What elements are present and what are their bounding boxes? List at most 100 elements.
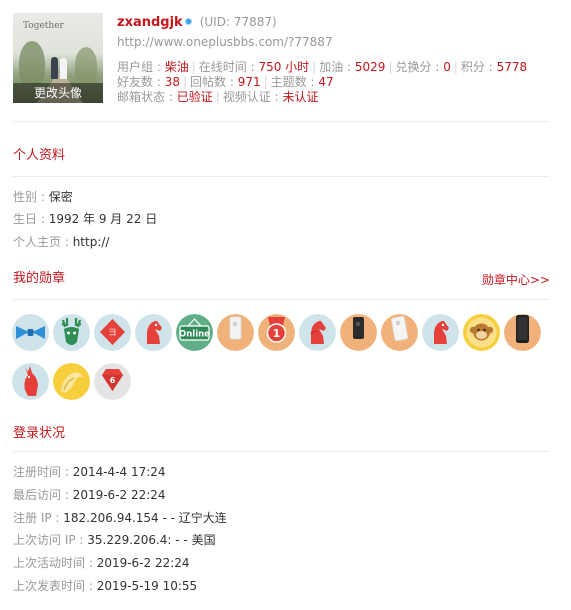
red-envelope-medal-icon[interactable]: ⺕: [94, 314, 131, 351]
gender-value: 保密: [48, 190, 73, 204]
white-phone-medal-icon-2[interactable]: [381, 314, 418, 351]
stat-value-replies[interactable]: 971: [238, 75, 261, 89]
red-fox-medal-icon[interactable]: [12, 363, 49, 400]
golden-bird-medal-icon[interactable]: [53, 363, 90, 400]
register-time-label: 注册时间 :: [13, 465, 73, 479]
username[interactable]: zxandgjk: [117, 15, 183, 30]
register-ip-label: 注册 IP :: [13, 511, 64, 525]
last-activity-value: 2019-6-2 22:24: [96, 556, 190, 570]
login-status-title: 登录状况: [13, 426, 66, 441]
divider: [13, 299, 550, 300]
medals-title: 我的勋章: [13, 271, 66, 286]
stat-value-friends[interactable]: 38: [165, 75, 180, 89]
online-sign-medal-icon[interactable]: Online: [176, 314, 213, 351]
name-row: zxandgjk (UID: 77887): [117, 13, 557, 31]
gender-label: 性别 :: [13, 190, 49, 204]
stat-separator: |: [312, 60, 317, 74]
number-one-text: 1: [273, 327, 281, 340]
svg-text:⺕: ⺕: [109, 328, 117, 337]
register-ip-value: 182.206.94.154 - - 辽宁大连: [63, 511, 227, 525]
login-row-register-ip: 注册 IP : 182.206.94.154 - - 辽宁大连: [13, 510, 227, 526]
homepage-value[interactable]: http://: [73, 235, 110, 249]
last-visit-value: 2019-6-2 22:24: [72, 488, 166, 502]
birthday-row: 生日 : 1992 年 9 月 22 日: [13, 211, 157, 227]
stat-label-replies: 回帖数 :: [190, 75, 238, 89]
user-info: zxandgjk (UID: 77887) http://www.oneplusb…: [117, 13, 557, 105]
stat-value-exchange: 0: [443, 60, 451, 74]
bowtie-medal-icon[interactable]: [12, 314, 49, 351]
login-row-last-activity: 上次活动时间 : 2019-6-2 22:24: [13, 555, 190, 571]
stats-line-2: 好友数 : 38 | 回帖数 : 971 | 主题数 : 47: [117, 75, 557, 90]
login-row-register-time: 注册时间 : 2014-4-4 17:24: [13, 464, 166, 480]
stat-label-friends: 好友数 :: [117, 75, 165, 89]
stat-value-fuel: 5029: [354, 60, 386, 74]
stat-value-threads[interactable]: 47: [318, 75, 333, 89]
profile-url[interactable]: http://www.oneplusbbs.com/?77887: [117, 33, 557, 51]
gender-row: 性别 : 保密: [13, 189, 73, 205]
avatar-handwriting: Together: [23, 21, 64, 31]
last-visit-label: 最后访问 :: [13, 488, 73, 502]
divider: [13, 176, 550, 177]
last-ip-value: 35.229.206.4: - - 美国: [87, 533, 216, 547]
homepage-label: 个人主页 :: [13, 235, 73, 249]
medal-center-link[interactable]: 勋章中心>>: [482, 272, 550, 288]
red-knight-medal-icon-2[interactable]: [299, 314, 336, 351]
stats-line-3: 邮箱状态 : 已验证 | 视频认证 : 未认证: [117, 90, 557, 105]
stat-value-points: 5778: [496, 60, 528, 74]
homepage-row: 个人主页 : http://: [13, 234, 109, 250]
avatar-tree-left: [19, 41, 45, 85]
last-ip-label: 上次访问 IP :: [13, 533, 88, 547]
personal-info-title: 个人资料: [13, 148, 66, 163]
red-knight-medal-icon[interactable]: [135, 314, 172, 351]
stat-separator: |: [182, 75, 188, 89]
stat-label-online-time: 在线时间 :: [198, 60, 259, 74]
stat-label-usergroup: 用户组 :: [117, 60, 165, 74]
birthday-label: 生日 :: [13, 212, 49, 226]
stat-separator: |: [263, 75, 268, 89]
uid-text: (UID: 77887): [199, 15, 277, 29]
last-activity-label: 上次活动时间 :: [13, 556, 97, 570]
online-badge-text: Online: [179, 330, 210, 340]
red-knight-medal-icon-3[interactable]: [422, 314, 459, 351]
last-post-label: 上次发表时间 :: [13, 579, 97, 593]
register-time-value: 2014-4-4 17:24: [72, 465, 166, 479]
gem-six-text: 6: [110, 376, 116, 385]
last-post-value: 2019-5-19 10:55: [96, 579, 198, 593]
white-phone-medal-icon[interactable]: [217, 314, 254, 351]
reindeer-medal-icon[interactable]: [53, 314, 90, 351]
change-avatar-button[interactable]: 更改头像: [13, 83, 103, 103]
stats-line-1: 用户组 : 柴油 | 在线时间 : 750 小时 | 加油 : 5029 | 兑换分 : 0…: [117, 60, 557, 75]
birthday-value: 1992 年 9 月 22 日: [48, 212, 158, 226]
red-gem-six-medal-icon[interactable]: 6: [94, 363, 131, 400]
divider: [13, 451, 550, 452]
stat-value-video-auth[interactable]: 未认证: [282, 90, 318, 104]
number-one-medal-icon[interactable]: 1: [258, 314, 295, 351]
stat-label-exchange: 兑换分 :: [395, 60, 444, 74]
stat-label-email-status: 邮箱状态 :: [117, 90, 177, 104]
avatar[interactable]: Together 更改头像: [13, 13, 103, 103]
login-row-last-ip: 上次访问 IP : 35.229.206.4: - - 美国: [13, 532, 216, 548]
avatar-person-left: [51, 57, 58, 79]
black-phone-medal-icon[interactable]: [340, 314, 377, 351]
profile-header: Together 更改头像 zxandgjk (UID: 77887) http:…: [13, 13, 550, 121]
stat-label-points: 积分 :: [460, 60, 497, 74]
avatar-tree-right: [75, 47, 97, 83]
stat-separator: |: [453, 60, 458, 74]
avatar-person-right: [60, 58, 67, 79]
user-stats: 用户组 : 柴油 | 在线时间 : 750 小时 | 加油 : 5029 | 兑换分 : 0…: [117, 60, 557, 105]
stat-value-online-time: 750 小时: [258, 60, 310, 74]
stat-value-usergroup[interactable]: 柴油: [165, 60, 189, 74]
monkey-medal-icon[interactable]: [463, 314, 500, 351]
stat-separator: |: [191, 60, 196, 74]
stat-value-email-status: 已验证: [176, 90, 213, 104]
login-row-last-visit: 最后访问 : 2019-6-2 22:24: [13, 487, 166, 503]
stat-label-threads: 主题数 :: [270, 75, 319, 89]
divider: [13, 121, 550, 122]
dark-phone-medal-icon[interactable]: [504, 314, 541, 351]
stat-label-video-auth: 视频认证 :: [222, 90, 283, 104]
stat-separator: |: [388, 60, 393, 74]
stat-label-fuel: 加油 :: [319, 60, 355, 74]
online-status-icon: [184, 18, 192, 25]
login-row-last-post: 上次发表时间 : 2019-5-19 10:55: [13, 578, 197, 594]
stat-separator: |: [215, 90, 220, 104]
